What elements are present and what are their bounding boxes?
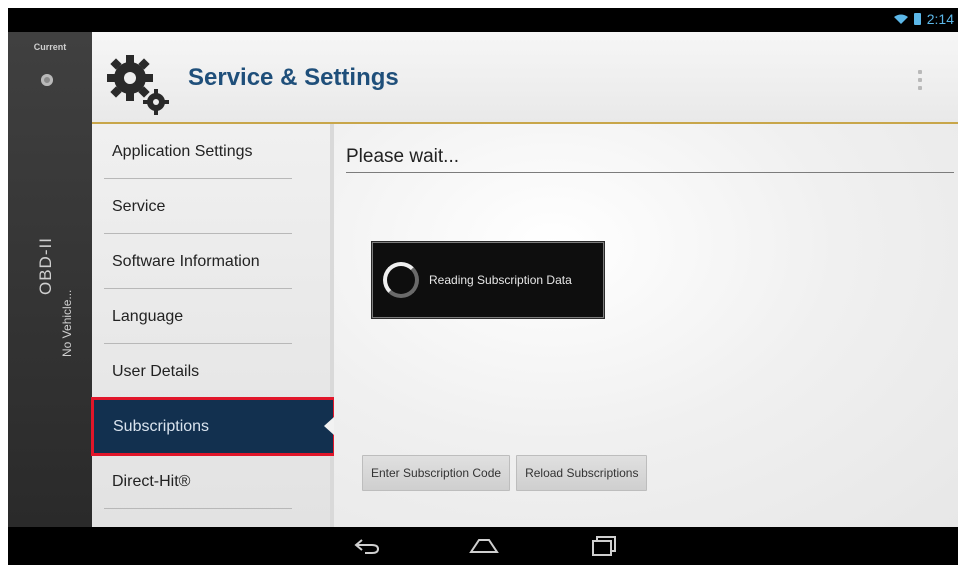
menu-item-direct-hit[interactable]: Direct-Hit® <box>92 454 330 509</box>
menu-item-user-details[interactable]: User Details <box>92 344 330 399</box>
menu-item-subscriptions[interactable]: Subscriptions <box>91 397 336 456</box>
obd-label: OBD-II <box>36 237 55 295</box>
current-indicator-icon <box>41 74 53 86</box>
page-title: Service & Settings <box>188 64 399 91</box>
selection-notch <box>324 417 334 435</box>
overflow-menu-icon[interactable] <box>918 70 924 90</box>
menu-item-label: Application Settings <box>112 142 253 160</box>
content-title: Please wait... <box>346 146 954 173</box>
reload-subscriptions-button[interactable]: Reload Subscriptions <box>516 455 648 491</box>
menu-item-label: Subscriptions <box>113 417 210 435</box>
gear-icon <box>104 52 170 116</box>
menu-item-service[interactable]: Service <box>92 179 330 234</box>
current-label: Current <box>33 42 67 52</box>
menu-item-label: Language <box>112 307 184 325</box>
app-header: Service & Settings <box>92 32 958 124</box>
menu-item-label: Software Information <box>112 252 260 270</box>
status-time: 2:14 <box>926 11 954 27</box>
battery-icon <box>913 13 921 25</box>
button-row: Enter Subscription Code Reload Subscript… <box>362 455 648 491</box>
content-panel: Please wait... Reading Subscription Data… <box>334 124 958 527</box>
menu-item-application-settings[interactable]: Application Settings <box>92 124 330 179</box>
recents-icon[interactable] <box>589 534 619 558</box>
menu-item-software-information[interactable]: Software Information <box>92 234 330 289</box>
back-icon[interactable] <box>353 534 383 558</box>
settings-menu: Application Settings Service Software In… <box>91 124 336 527</box>
home-icon[interactable] <box>468 534 499 558</box>
progress-dialog: Reading Subscription Data <box>372 242 604 318</box>
left-rail[interactable]: Current OBD-II No Vehicle... <box>8 32 92 527</box>
wifi-icon <box>893 14 908 24</box>
menu-item-language[interactable]: Language <box>92 289 330 344</box>
menu-item-label: User Details <box>112 362 200 380</box>
dialog-message: Reading Subscription Data <box>429 273 572 287</box>
spinner-icon <box>383 262 419 298</box>
enter-subscription-code-button[interactable]: Enter Subscription Code <box>362 455 511 491</box>
navigation-bar <box>8 527 958 565</box>
status-bar: 2:14 <box>8 8 958 32</box>
menu-item-label: Service <box>112 197 166 215</box>
vehicle-label: No Vehicle... <box>60 289 74 357</box>
menu-item-label: Direct-Hit® <box>112 472 191 490</box>
